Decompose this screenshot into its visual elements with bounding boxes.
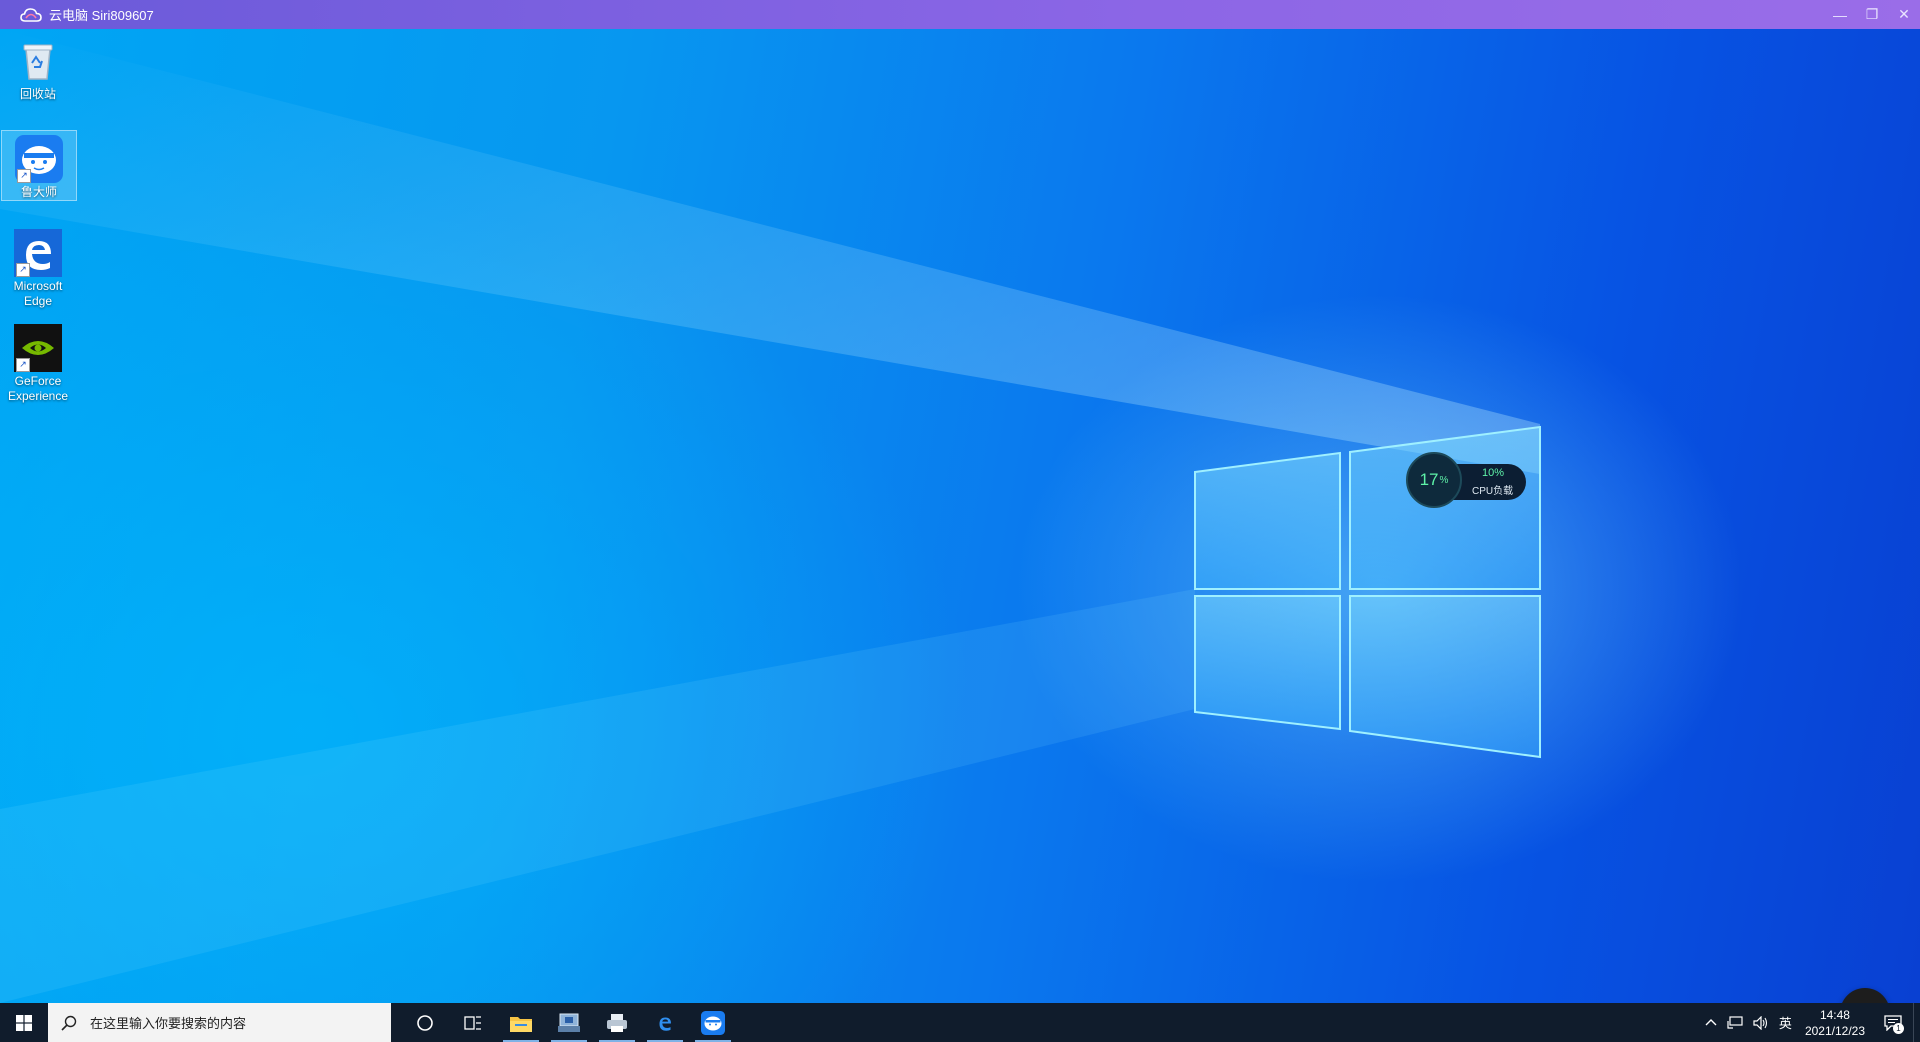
chevron-up-icon — [1705, 1018, 1717, 1025]
search-placeholder: 在这里输入你要搜索的内容 — [90, 1016, 247, 1031]
cpu-load-value: 10% — [1482, 467, 1505, 479]
cpu-gauge: 17% — [1406, 452, 1462, 508]
network-icon — [1727, 1015, 1743, 1029]
desktop-icon-recycle-bin[interactable]: 回收站 — [1, 33, 75, 102]
clock-time: 14:48 — [1819, 1007, 1850, 1022]
shortcut-arrow-icon: ↗ — [16, 263, 30, 277]
clock-date: 2021/12/23 — [1804, 1023, 1865, 1038]
nvidia-icon: ↗ — [14, 324, 62, 372]
network-app-icon — [558, 1013, 580, 1032]
cloud-logo-icon — [20, 7, 42, 22]
file-explorer-icon — [510, 1016, 532, 1032]
windows-start-icon — [16, 1014, 32, 1031]
search-icon — [61, 1015, 77, 1031]
recycle-bin-icon — [14, 37, 62, 85]
cortana-icon — [417, 1014, 433, 1031]
desktop-icon-label: 回收站 — [19, 87, 56, 101]
edge-icon: ↗ — [14, 229, 62, 277]
taskbar-search-box[interactable]: 在这里输入你要搜索的内容 — [48, 1003, 391, 1042]
ludashi-icon — [701, 1010, 725, 1035]
desktop[interactable]: 回收站 ↗ 鲁大师 ↗ Microsoft Edge ↗ GeForce Exp… — [0, 29, 1920, 1003]
close-icon[interactable]: ✕ — [1888, 0, 1920, 29]
system-tray: 英 14:48 2021/12/23 1 — [1700, 1003, 1920, 1042]
minimize-icon[interactable]: — — [1824, 0, 1856, 29]
cpu-gauge-unit: % — [1439, 474, 1449, 486]
taskbar: 在这里输入你要搜索的内容 英 14:48 2021/12/23 1 — [0, 1003, 1920, 1042]
printer-app-icon — [607, 1013, 627, 1032]
task-view-icon — [464, 1015, 481, 1030]
cpu-monitor-widget[interactable]: 17% 10% CPU负载 — [1406, 452, 1530, 508]
cpu-load-label: CPU负载 — [1472, 486, 1514, 497]
action-center-button[interactable]: 1 — [1873, 1003, 1913, 1042]
title-bar: 云电脑 Siri809607 — ❐ ✕ — [0, 0, 1920, 29]
shortcut-arrow-icon: ↗ — [17, 169, 31, 183]
taskbar-edge[interactable] — [641, 1003, 689, 1042]
cortana-button[interactable] — [401, 1003, 449, 1042]
task-view-button[interactable] — [449, 1003, 497, 1042]
window-title: 云电脑 Siri809607 — [49, 8, 154, 23]
ludashi-icon: ↗ — [15, 135, 63, 183]
ime-indicator[interactable]: 英 — [1774, 1003, 1797, 1042]
desktop-icon-label: Microsoft Edge — [13, 279, 63, 308]
taskbar-ludashi[interactable] — [689, 1003, 737, 1042]
taskbar-clock[interactable]: 14:48 2021/12/23 — [1797, 1007, 1873, 1039]
desktop-icon-label: GeForce Experience — [7, 374, 69, 403]
wallpaper-windows-logo — [0, 29, 1541, 1003]
taskbar-printer-app[interactable] — [593, 1003, 641, 1042]
start-button[interactable] — [0, 1003, 48, 1042]
edge-icon — [659, 1017, 671, 1031]
desktop-icon-edge[interactable]: ↗ Microsoft Edge — [1, 225, 75, 309]
taskbar-file-explorer[interactable] — [497, 1003, 545, 1042]
desktop-icon-ludashi[interactable]: ↗ 鲁大师 — [1, 130, 77, 201]
desktop-icon-geforce[interactable]: ↗ GeForce Experience — [1, 320, 75, 404]
cpu-gauge-value: 17 — [1419, 470, 1439, 489]
network-tray-button[interactable] — [1722, 1003, 1748, 1042]
shortcut-arrow-icon: ↗ — [16, 358, 30, 372]
desktop-icon-label: 鲁大师 — [20, 185, 57, 199]
volume-icon — [1753, 1015, 1767, 1030]
volume-tray-button[interactable] — [1748, 1003, 1774, 1042]
notification-badge: 1 — [1893, 1023, 1904, 1034]
taskbar-network-app[interactable] — [545, 1003, 593, 1042]
restore-icon[interactable]: ❐ — [1856, 0, 1888, 29]
show-desktop-button[interactable] — [1913, 1003, 1920, 1042]
show-hidden-icons-button[interactable] — [1700, 1003, 1722, 1042]
